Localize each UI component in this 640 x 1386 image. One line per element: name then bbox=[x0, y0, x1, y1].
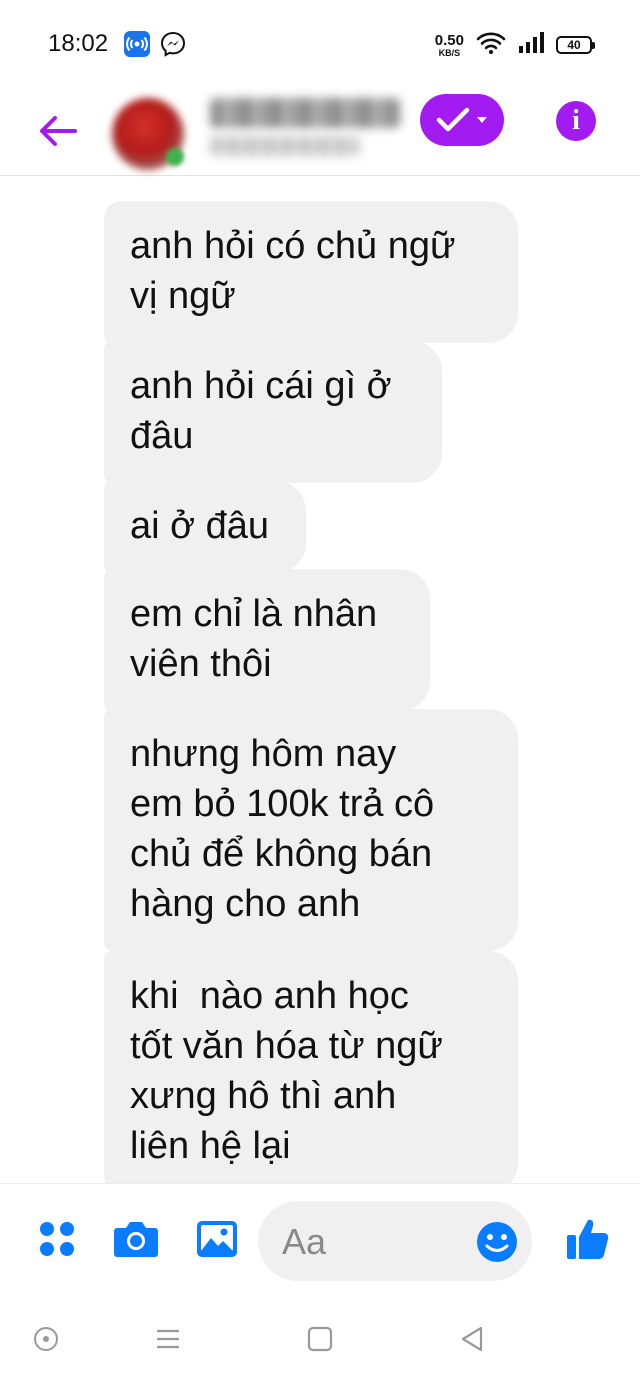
info-icon: i bbox=[572, 105, 580, 136]
online-status-dot bbox=[166, 148, 184, 166]
menu-dots-icon bbox=[40, 1222, 74, 1256]
back-button[interactable] bbox=[32, 106, 82, 156]
check-icon bbox=[436, 107, 470, 132]
contact-name[interactable] bbox=[210, 98, 400, 128]
status-time: 18:02 bbox=[48, 30, 109, 57]
assistant-icon bbox=[34, 1327, 58, 1351]
system-navigation-bar bbox=[0, 1293, 640, 1386]
gallery-icon bbox=[197, 1221, 237, 1257]
signal-icon bbox=[518, 31, 544, 59]
message-input[interactable]: Aa bbox=[258, 1201, 532, 1281]
message-bubble[interactable]: anh hỏi cái gì ở đâu bbox=[104, 341, 442, 483]
arrow-left-icon bbox=[40, 116, 77, 146]
wifi-hotspot-icon bbox=[124, 31, 150, 57]
status-bar: 18:02 0.50 KB/S 40 bbox=[0, 0, 640, 88]
contact-status bbox=[210, 136, 360, 156]
recent-apps-button[interactable] bbox=[148, 1319, 188, 1359]
back-icon bbox=[461, 1326, 483, 1352]
verify-button[interactable] bbox=[420, 94, 504, 146]
message-input-placeholder: Aa bbox=[282, 1221, 327, 1262]
messenger-icon bbox=[160, 31, 186, 57]
menu-button[interactable] bbox=[32, 1214, 82, 1264]
wifi-icon bbox=[476, 31, 506, 60]
message-bubble[interactable]: em chỉ là nhân viên thôi bbox=[104, 569, 430, 711]
message-bubble[interactable]: nhưng hôm nay em bỏ 100k trả cô chủ để k… bbox=[104, 709, 518, 951]
chevron-down-icon bbox=[477, 117, 487, 123]
emoji-button[interactable] bbox=[476, 1221, 518, 1263]
message-list[interactable]: anh hỏi có chủ ngữ vị ngữ anh hỏi cái gì… bbox=[0, 177, 640, 1183]
battery-level: 40 bbox=[567, 38, 581, 52]
info-button[interactable]: i bbox=[556, 101, 596, 141]
message-bubble[interactable]: khi nào anh học tốt văn hóa từ ngữ xưng … bbox=[104, 951, 518, 1183]
status-right-group: 0.50 KB/S 40 bbox=[435, 28, 595, 62]
home-icon bbox=[307, 1326, 333, 1352]
assistant-button[interactable] bbox=[26, 1319, 66, 1359]
message-composer: Aa bbox=[0, 1183, 640, 1293]
like-button[interactable] bbox=[563, 1214, 613, 1264]
network-speed-value: 0.50 bbox=[434, 31, 464, 49]
gallery-button[interactable] bbox=[192, 1214, 242, 1264]
camera-button[interactable] bbox=[111, 1214, 161, 1264]
message-bubble[interactable]: anh hỏi có chủ ngữ vị ngữ bbox=[104, 201, 518, 343]
network-speed-unit: KB/S bbox=[438, 47, 461, 58]
recent-apps-icon bbox=[157, 1329, 179, 1349]
battery-indicator: 40 bbox=[556, 36, 595, 54]
emoji-icon bbox=[477, 1222, 517, 1262]
home-button[interactable] bbox=[300, 1319, 340, 1359]
thumbs-up-icon bbox=[567, 1219, 609, 1259]
camera-icon bbox=[114, 1222, 158, 1257]
network-speed: 0.50 KB/S bbox=[435, 33, 464, 58]
message-bubble[interactable]: ai ở đâu bbox=[104, 481, 306, 573]
nav-back-button[interactable] bbox=[452, 1319, 492, 1359]
conversation-header: i bbox=[0, 88, 640, 176]
